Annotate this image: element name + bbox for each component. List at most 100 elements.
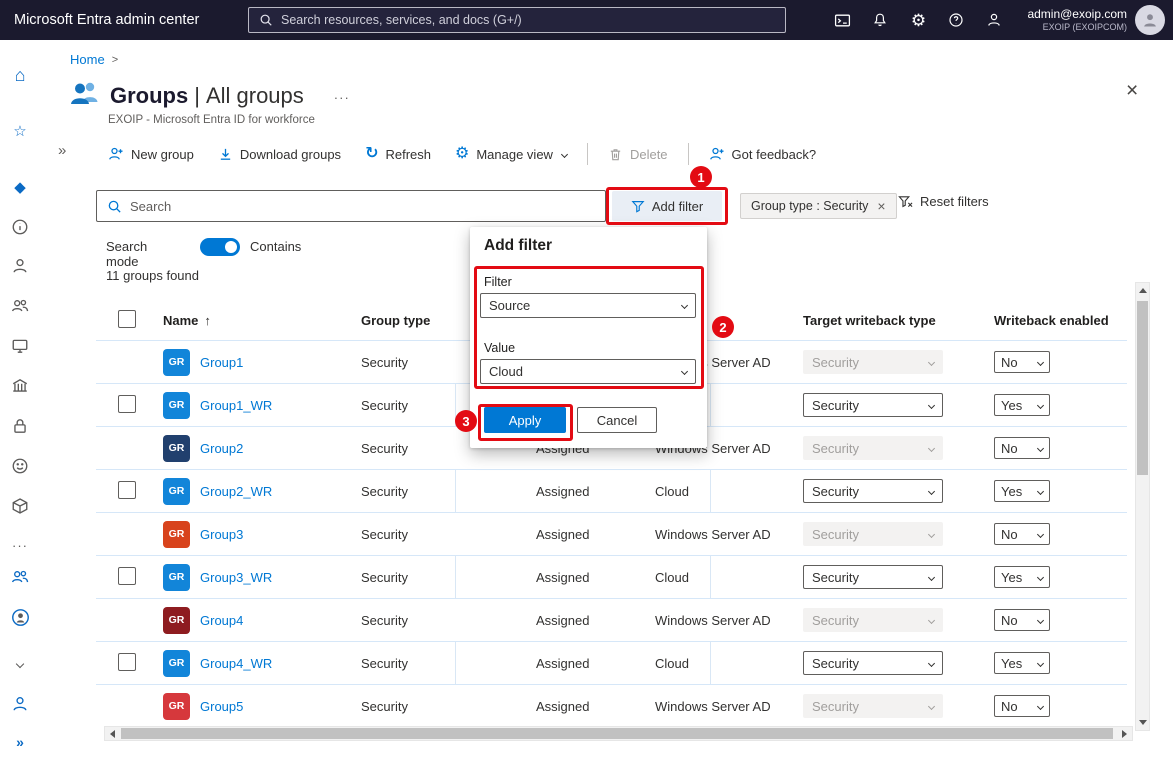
global-search[interactable] [248, 7, 786, 33]
filter-bar: Add filter Group type : Security × Reset… [40, 190, 1173, 224]
horizontal-scrollbar-thumb[interactable] [121, 728, 1113, 739]
sidebar-item-user-bottom[interactable] [0, 688, 40, 720]
manage-view-button[interactable]: ⚙ Manage view [443, 139, 579, 169]
sidebar-item-applications[interactable] [0, 370, 40, 402]
global-search-input[interactable] [281, 13, 775, 27]
vertical-scrollbar[interactable] [1135, 282, 1150, 731]
row-checkbox[interactable] [118, 395, 136, 413]
chevron-down-icon [561, 150, 568, 157]
writeback-enabled-select[interactable]: No [994, 523, 1050, 545]
target-writeback-select[interactable]: Security [803, 608, 943, 632]
group-name-link[interactable]: Group2_WR [200, 484, 272, 499]
select-all-checkbox[interactable] [118, 310, 136, 328]
horizontal-scrollbar[interactable] [104, 726, 1133, 741]
target-writeback-select[interactable]: Security [803, 479, 943, 503]
help-icon[interactable] [937, 0, 975, 40]
download-groups-button[interactable]: Download groups [206, 139, 353, 169]
breadcrumb-home-link[interactable]: Home [70, 52, 105, 67]
new-group-button[interactable]: New group [96, 139, 206, 169]
app-title[interactable]: Microsoft Entra admin center [14, 0, 199, 40]
scroll-right-arrow[interactable] [1117, 727, 1132, 740]
more-actions-icon[interactable]: ··· [334, 90, 350, 105]
writeback-enabled-select[interactable]: No [994, 437, 1050, 459]
remove-filter-icon[interactable]: × [877, 198, 885, 214]
filter-select[interactable]: Source [480, 293, 696, 318]
row-checkbox[interactable] [118, 481, 136, 499]
group-name-link[interactable]: Group4 [200, 613, 243, 628]
delete-button[interactable]: Delete [596, 139, 680, 169]
scroll-left-arrow[interactable] [105, 727, 120, 740]
target-writeback-cell: Security [784, 694, 970, 718]
sidebar-item-users[interactable] [0, 250, 40, 282]
feedback-button[interactable]: Got feedback? [697, 139, 829, 169]
target-writeback-select[interactable]: Security [803, 651, 943, 675]
target-writeback-select[interactable]: Security [803, 694, 943, 718]
sidebar-item-home[interactable]: ⌂ [0, 59, 40, 91]
add-filter-button[interactable]: Add filter [612, 191, 722, 221]
sidebar-item-overview[interactable] [0, 211, 40, 243]
target-writeback-select[interactable]: Security [803, 350, 943, 374]
sidebar-scroll-down[interactable] [0, 648, 40, 680]
sidebar-item-favorites[interactable]: ☆ [0, 115, 40, 147]
groups-page-icon [68, 78, 102, 108]
group-name-link[interactable]: Group5 [200, 699, 243, 714]
scroll-down-arrow[interactable] [1136, 715, 1149, 730]
sidebar-item-external-identities[interactable] [0, 490, 40, 522]
groups-search-input[interactable] [130, 199, 595, 214]
row-checkbox[interactable] [118, 567, 136, 585]
target-writeback-select[interactable]: Security [803, 436, 943, 460]
group-name-link[interactable]: Group4_WR [200, 656, 272, 671]
header-name[interactable]: Name↑ [142, 313, 340, 328]
writeback-enabled-select[interactable]: No [994, 351, 1050, 373]
groups-search-box[interactable] [96, 190, 606, 222]
vertical-scrollbar-thumb[interactable] [1137, 301, 1148, 475]
feedback-person-icon[interactable] [975, 0, 1013, 40]
membership-type-cell: Assigned [515, 613, 634, 628]
writeback-enabled-select[interactable]: No [994, 609, 1050, 631]
sidebar-item-devices[interactable] [0, 330, 40, 362]
sidebar-item-learn-support[interactable] [0, 561, 40, 593]
writeback-enabled-select[interactable]: Yes [994, 394, 1050, 416]
cancel-button[interactable]: Cancel [577, 407, 657, 433]
writeback-enabled-select[interactable]: Yes [994, 480, 1050, 502]
target-writeback-cell: Security [784, 651, 970, 675]
search-mode-toggle[interactable] [200, 238, 240, 256]
sidebar-item-more[interactable]: ··· [0, 529, 40, 561]
group-type-cell: Security [340, 570, 515, 585]
collapse-chevrons-icon[interactable]: » [58, 142, 66, 159]
group-name-link[interactable]: Group2 [200, 441, 243, 456]
header-writeback-enabled[interactable]: Writeback enabled [970, 313, 1127, 328]
reset-filters-button[interactable]: Reset filters [898, 194, 989, 209]
group-name-link[interactable]: Group1_WR [200, 398, 272, 413]
close-blade-icon[interactable]: × [1126, 80, 1138, 101]
target-writeback-select[interactable]: Security [803, 522, 943, 546]
row-checkbox[interactable] [118, 653, 136, 671]
value-select[interactable]: Cloud [480, 359, 696, 384]
settings-gear-icon[interactable]: ⚙ [899, 0, 937, 40]
writeback-enabled-select[interactable]: No [994, 695, 1050, 717]
notifications-bell-icon[interactable] [861, 0, 899, 40]
scroll-up-arrow[interactable] [1136, 283, 1149, 298]
avatar[interactable] [1135, 5, 1165, 35]
filter-pill-group-type[interactable]: Group type : Security × [740, 193, 897, 219]
target-writeback-select[interactable]: Security [803, 393, 943, 417]
cloud-shell-icon[interactable] [823, 0, 861, 40]
group-name-link[interactable]: Group1 [200, 355, 243, 370]
double-chevron-right-icon: » [16, 734, 24, 750]
writeback-enabled-select[interactable]: Yes [994, 652, 1050, 674]
sidebar-item-identity-governance[interactable] [0, 450, 40, 482]
group-name-link[interactable]: Group3_WR [200, 570, 272, 585]
target-writeback-select[interactable]: Security [803, 565, 943, 589]
account-menu[interactable]: admin@exoip.com EXOIP (EXOIPCOM) [1027, 7, 1127, 32]
sidebar-item-protection[interactable] [0, 410, 40, 442]
sidebar-item-groups[interactable] [0, 290, 40, 322]
sidebar-expand[interactable]: » [0, 726, 40, 758]
group-name-link[interactable]: Group3 [200, 527, 243, 542]
name-cell: GRGroup5 [142, 693, 340, 720]
writeback-enabled-select[interactable]: Yes [994, 566, 1050, 588]
refresh-button[interactable]: ↻ Refresh [353, 139, 443, 169]
sidebar-item-entra-id[interactable]: ◆ [0, 171, 40, 203]
header-target-writeback[interactable]: Target writeback type [784, 313, 970, 328]
sidebar-item-account-badge[interactable] [0, 601, 40, 633]
apply-button[interactable]: Apply [484, 407, 566, 433]
